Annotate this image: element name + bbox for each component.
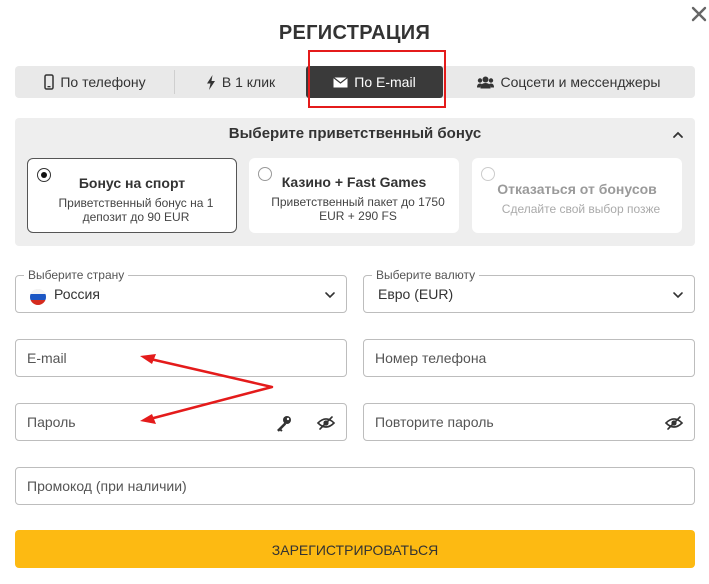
password-field[interactable]: Пароль	[15, 403, 347, 441]
bonus-option-title: Бонус на спорт	[78, 175, 186, 191]
eye-slash-icon[interactable]	[664, 413, 684, 433]
register-button[interactable]: ЗАРЕГИСТРИРОВАТЬСЯ	[15, 530, 695, 568]
registration-tabs: По телефону В 1 клик По E-mail Соцсети и…	[15, 66, 695, 98]
chevron-down-icon	[325, 292, 335, 299]
bonus-option-subtitle: Приветственный бонус на 1 депозит до 90 …	[58, 196, 214, 224]
radio-unselected[interactable]	[481, 167, 495, 181]
tab-label: В 1 клик	[221, 74, 276, 90]
users-icon	[477, 76, 495, 88]
bonus-option-title: Казино + Fast Games	[281, 174, 427, 190]
bonus-option-subtitle: Сделайте свой выбор позже	[501, 202, 661, 216]
bonus-title: Выберите приветственный бонус	[228, 125, 482, 142]
password-placeholder: Пароль	[27, 414, 76, 430]
password-repeat-placeholder: Повторите пароль	[375, 414, 494, 430]
promo-placeholder: Промокод (при наличии)	[27, 478, 187, 494]
currency-value: Евро (EUR)	[378, 286, 454, 302]
tab-email[interactable]: По E-mail	[306, 66, 443, 98]
key-icon[interactable]	[274, 413, 294, 433]
currency-label: Выберите валюту	[372, 268, 480, 282]
country-value: Россия	[54, 286, 100, 302]
bonus-panel: Выберите приветственный бонус Бонус на с…	[15, 118, 695, 246]
lightning-icon	[206, 74, 215, 90]
bonus-option-sport[interactable]: Бонус на спорт Приветственный бонус на 1…	[27, 158, 237, 233]
eye-slash-icon[interactable]	[316, 413, 336, 433]
promo-field[interactable]: Промокод (при наличии)	[15, 467, 695, 505]
chevron-down-icon	[673, 292, 683, 299]
tab-label: Соцсети и мессенджеры	[500, 74, 661, 90]
tab-one-click[interactable]: В 1 клик	[175, 66, 306, 98]
country-select[interactable]: Выберите страну Россия	[15, 268, 347, 313]
email-placeholder: E-mail	[27, 350, 67, 366]
bonus-option-subtitle: Приветственный пакет до 1750 EUR + 290 F…	[271, 195, 445, 223]
tab-label: По телефону	[60, 74, 146, 90]
phone-placeholder: Номер телефона	[375, 350, 487, 366]
password-repeat-field[interactable]: Повторите пароль	[363, 403, 695, 441]
tab-label: По E-mail	[354, 74, 416, 90]
phone-field[interactable]: Номер телефона	[363, 339, 695, 377]
bonus-option-casino[interactable]: Казино + Fast Games Приветственный пакет…	[249, 158, 459, 233]
phone-icon	[44, 74, 55, 90]
russia-flag-icon	[30, 289, 46, 305]
email-field[interactable]: E-mail	[15, 339, 347, 377]
tab-social[interactable]: Соцсети и мессенджеры	[443, 66, 695, 98]
currency-select[interactable]: Выберите валюту Евро (EUR)	[363, 268, 695, 313]
tab-phone[interactable]: По телефону	[15, 66, 175, 98]
bonus-option-title: Отказаться от бонусов	[497, 181, 657, 197]
bonus-option-decline[interactable]: Отказаться от бонусов Сделайте свой выбо…	[472, 158, 682, 233]
dialog-title: РЕГИСТРАЦИЯ	[278, 22, 431, 44]
chevron-up-icon[interactable]	[671, 128, 685, 142]
country-label: Выберите страну	[24, 268, 129, 282]
envelope-icon	[333, 76, 349, 87]
